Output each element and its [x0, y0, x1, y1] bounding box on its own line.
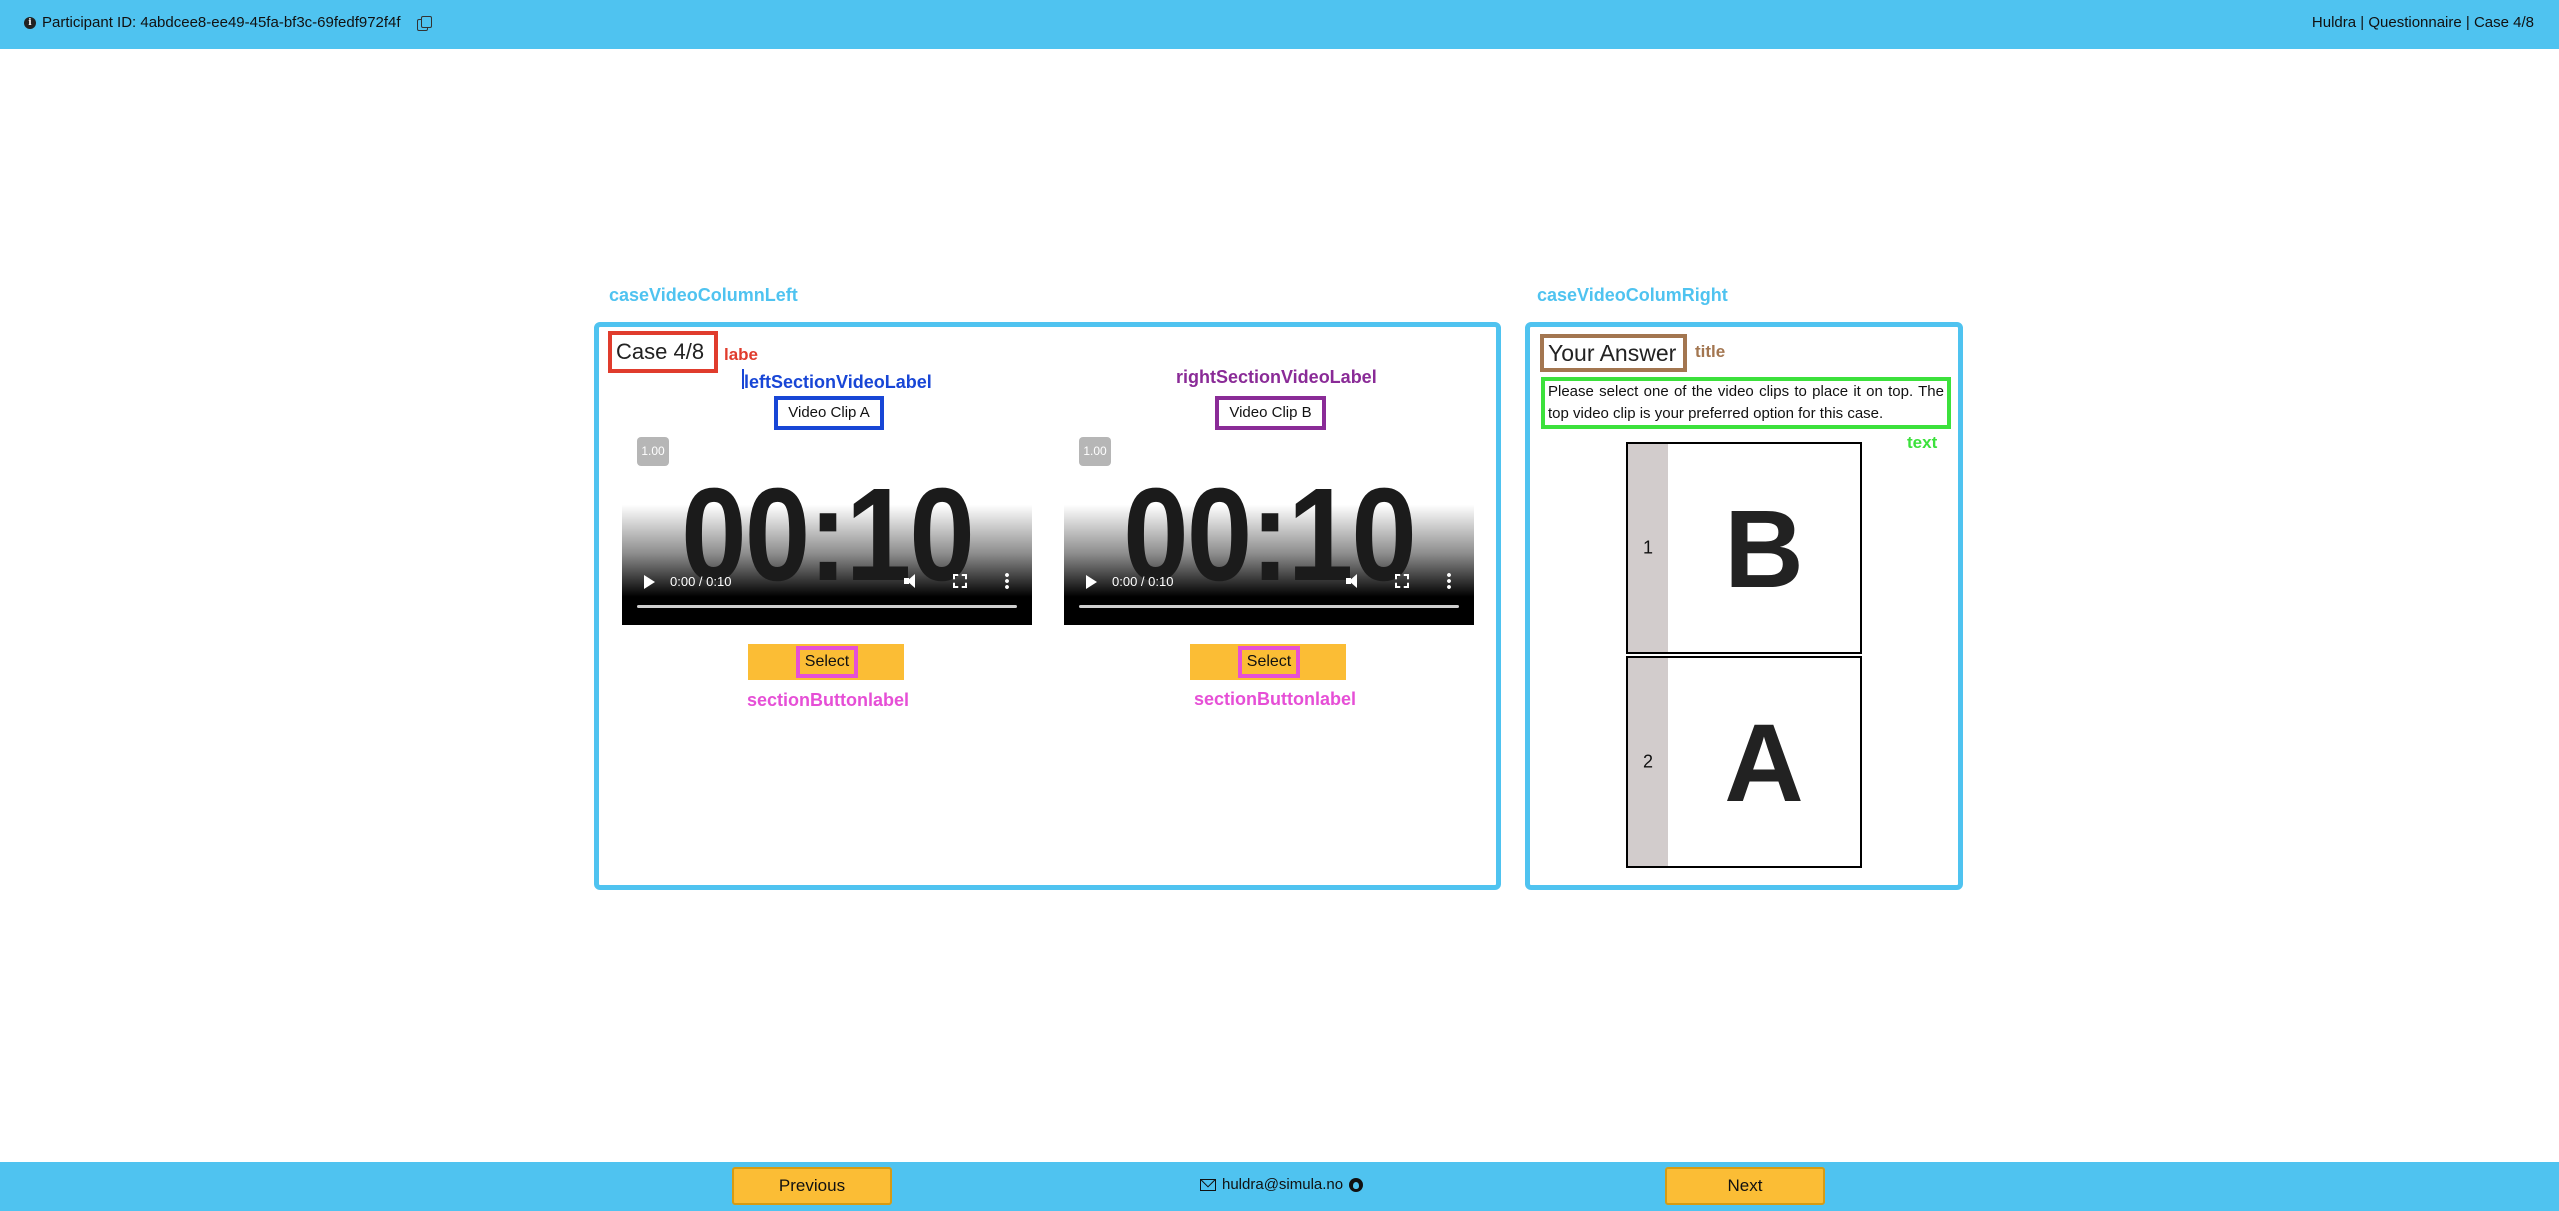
rank-number: 2 [1628, 658, 1668, 866]
seek-bar[interactable] [1079, 605, 1459, 608]
github-icon[interactable] [1349, 1177, 1364, 1192]
more-icon[interactable] [1447, 572, 1451, 590]
video-player-a[interactable]: 1.00 00:10 0:00 / 0:10 [622, 437, 1032, 625]
annotation-col-left: caseVideoColumnLeft [609, 285, 798, 305]
select-button-label: Select [796, 646, 858, 678]
video-controls: 0:00 / 0:10 [622, 565, 1032, 625]
ranking-slot-2: 2 A [1626, 656, 1862, 868]
video-clip-a-label: Video Clip A [774, 396, 884, 430]
answer-instructions: Please select one of the video clips to … [1541, 377, 1951, 429]
volume-icon[interactable] [1346, 573, 1362, 589]
video-controls: 0:00 / 0:10 [1064, 565, 1474, 625]
select-clip-a-button[interactable]: Select [748, 644, 904, 680]
video-clip-b-label: Video Clip B [1215, 396, 1326, 430]
fullscreen-icon[interactable] [1395, 574, 1409, 588]
video-player-b[interactable]: 1.00 00:10 0:00 / 0:10 [1064, 437, 1474, 625]
next-button[interactable]: Next [1665, 1167, 1825, 1205]
rank-number: 1 [1628, 444, 1668, 652]
answer-title: Your Answer [1540, 334, 1687, 372]
annotation-col-right: caseVideoColumRight [1537, 285, 1728, 305]
seek-bar[interactable] [637, 605, 1017, 608]
mail-icon [1200, 1178, 1216, 1191]
previous-button[interactable]: Previous [732, 1167, 892, 1205]
breadcrumb: Huldra | Questionnaire | Case 4/8 [2311, 14, 2534, 31]
contact-email[interactable]: huldra@simula.no [1200, 1176, 1364, 1193]
participant-id: i Participant ID: 4abdcee8-ee49-45fa-bf3… [24, 14, 432, 31]
top-bar: i Participant ID: 4abdcee8-ee49-45fa-bf3… [0, 0, 2559, 49]
select-button-label: Select [1238, 646, 1300, 678]
play-icon[interactable] [1086, 575, 1097, 589]
bottom-bar: Previous huldra@simula.no Next [0, 1162, 2559, 1211]
select-clip-b-button[interactable]: Select [1190, 644, 1346, 680]
volume-icon[interactable] [904, 573, 920, 589]
email-text[interactable]: huldra@simula.no [1222, 1176, 1343, 1193]
info-icon: i [24, 16, 36, 29]
participant-id-text: Participant ID: 4abdcee8-ee49-45fa-bf3c-… [42, 14, 401, 31]
play-icon[interactable] [644, 575, 655, 589]
fullscreen-icon[interactable] [953, 574, 967, 588]
more-icon[interactable] [1005, 572, 1009, 590]
video-time: 0:00 / 0:10 [670, 574, 732, 589]
ranked-clip-letter: A [1724, 702, 1804, 825]
video-time: 0:00 / 0:10 [1112, 574, 1174, 589]
ranked-clip-letter: B [1724, 488, 1804, 611]
ranking-slot-1: 1 B [1626, 442, 1862, 654]
copy-icon[interactable] [416, 15, 432, 31]
case-label: Case 4/8 [608, 331, 718, 373]
